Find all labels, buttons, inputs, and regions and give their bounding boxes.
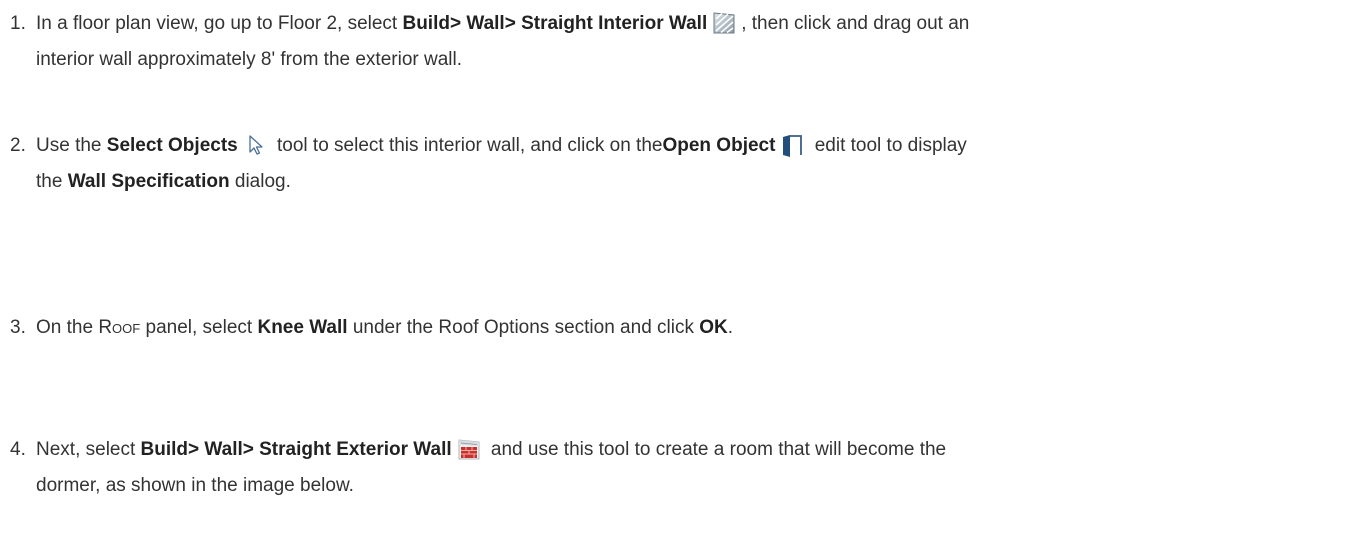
interior-wall-icon xyxy=(711,11,737,35)
step-4: 4. Next, select Build> Wall> Straight Ext… xyxy=(10,432,1350,504)
step-text-continued: dormer, as shown in the image below. xyxy=(36,475,354,496)
option-name: Knee Wall xyxy=(257,317,348,338)
step-3: 3. On the Roof panel, select Knee Wall un… xyxy=(10,310,1350,346)
button-name: OK xyxy=(699,317,728,338)
step-1: 1. In a floor plan view, go up to Floor 2… xyxy=(10,6,1350,78)
step-text: tool to select this interior wall, and c… xyxy=(271,135,663,156)
dialog-name: Wall Specification xyxy=(67,171,230,192)
step-text: In a floor plan view, go up to Floor 2, … xyxy=(36,13,403,34)
panel-name: Roof xyxy=(98,317,141,338)
select-arrow-icon xyxy=(242,133,268,157)
menu-path: Build> Wall> Straight Exterior Wall xyxy=(140,439,452,460)
step-text: Next, select xyxy=(36,439,141,460)
step-text: On the xyxy=(36,317,99,338)
step-text: Use the xyxy=(36,135,107,156)
step-text: , then click and drag out an xyxy=(741,13,970,34)
step-text: . xyxy=(727,317,734,338)
step-2: 2. Use the Select Objects tool to select … xyxy=(10,128,1350,200)
step-text-continued: interior wall approximately 8' from the … xyxy=(36,49,463,70)
step-number: 3. xyxy=(10,317,26,338)
step-text: dialog. xyxy=(229,171,291,192)
step-text: and use this tool to create a room that … xyxy=(485,439,947,460)
step-number: 4. xyxy=(10,439,26,460)
open-object-icon xyxy=(779,133,805,157)
tool-name: Select Objects xyxy=(106,135,238,156)
step-text: panel, select xyxy=(140,317,258,338)
exterior-wall-icon xyxy=(456,437,482,461)
tool-name: Open Object xyxy=(662,135,776,156)
step-number: 1. xyxy=(10,13,26,34)
step-text: the xyxy=(36,171,68,192)
step-text: edit tool to display xyxy=(809,135,967,156)
step-text: under the Roof Options section and click xyxy=(347,317,700,338)
step-number: 2. xyxy=(10,135,26,156)
menu-path: Build> Wall> Straight Interior Wall xyxy=(402,13,708,34)
